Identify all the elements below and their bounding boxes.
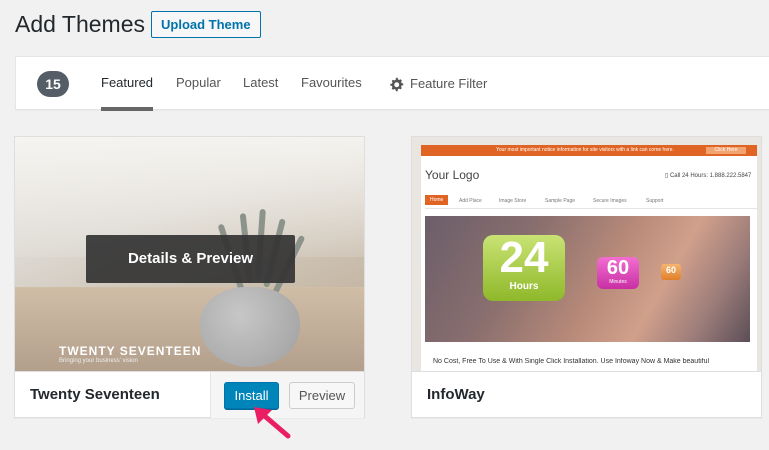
details-preview-button[interactable]: Details & Preview [86,235,295,283]
tab-popular[interactable]: Popular [176,57,221,111]
tab-featured[interactable]: Featured [101,57,154,111]
install-button[interactable]: Install [224,382,279,409]
screenshot-tagline: Bringing your business' vision [59,358,138,364]
theme-screenshot[interactable]: TWENTY SEVENTEEN Bringing your business'… [15,137,364,371]
infoway-caption: No Cost, Free To Use & With Single Click… [433,358,710,365]
theme-count-badge: 15 [37,71,69,97]
upload-theme-button[interactable]: Upload Theme [151,11,261,38]
theme-card-infoway[interactable]: Your most important notice information f… [411,136,762,418]
feature-filter-button[interactable]: Feature Filter [389,57,487,111]
badge-60-seconds: 60 [661,264,681,280]
theme-card-footer: Twenty Seventeen Install Preview [15,371,364,418]
pointer-arrow-icon [254,407,291,439]
preview-button[interactable]: Preview [289,382,355,409]
badge-60-minutes: 60 Minutes [597,257,639,289]
infoway-notice-bar: Your most important notice information f… [421,145,757,156]
tab-latest[interactable]: Latest [243,57,278,111]
page-title: Add Themes [15,11,145,37]
theme-filter-bar: 15 Featured Popular Latest Favourites Fe… [15,56,769,111]
screenshot-brand: TWENTY SEVENTEEN [59,344,202,358]
infoway-logo: Your Logo [425,168,480,182]
theme-screenshot[interactable]: Your most important notice information f… [412,137,761,371]
feature-filter-label: Feature Filter [410,76,488,91]
infoway-preview-page: Your most important notice information f… [421,145,757,371]
theme-name: Twenty Seventeen [30,386,160,403]
infoway-phone: ▯ Call 24 Hours: 1.888.222.5847 [665,173,752,179]
theme-name: InfoWay [427,386,485,403]
theme-card-twenty-seventeen[interactable]: TWENTY SEVENTEEN Bringing your business'… [14,136,365,418]
badge-24-hours: 24 Hours [483,235,565,301]
tab-favourites[interactable]: Favourites [301,57,362,111]
infoway-nav: Home Add Place Image Store Sample Page S… [425,195,757,209]
infoway-hero: 24 Hours 60 Minutes 60 [425,216,750,342]
theme-card-footer: InfoWay [412,371,761,417]
gear-icon [390,77,404,91]
